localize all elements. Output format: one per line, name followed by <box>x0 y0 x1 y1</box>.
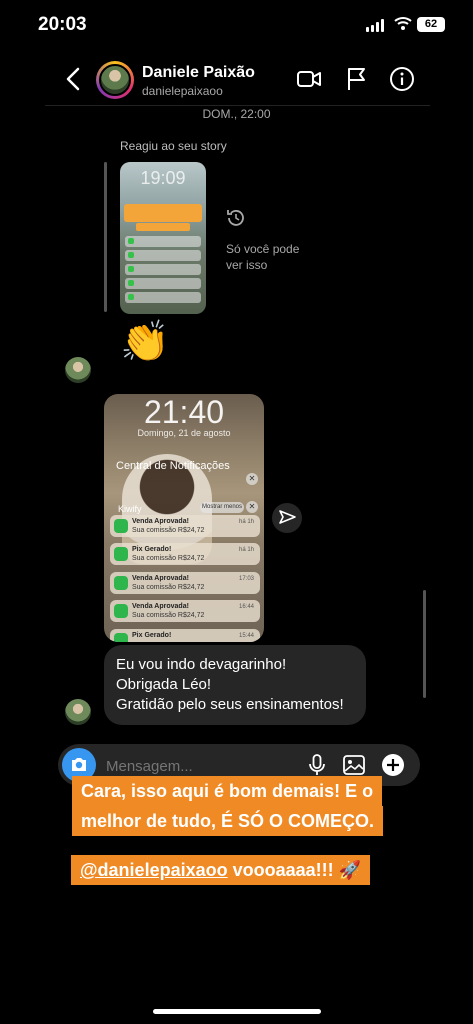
notification-item: Pix Gerado! 15:44 <box>110 629 260 642</box>
send-icon <box>279 510 296 524</box>
app-name: Kiwify <box>118 504 142 514</box>
battery-indicator: 62 <box>417 17 445 32</box>
microphone-icon[interactable] <box>305 753 329 777</box>
close-icon: ✕ <box>246 501 258 513</box>
message-line: Gratidão pelo seus ensinamentos! <box>116 696 344 713</box>
share-button[interactable] <box>272 503 302 533</box>
sender-avatar[interactable] <box>65 699 91 725</box>
phone-app-icon <box>114 519 128 533</box>
story-visibility-note: Só você pode ver isso <box>226 242 300 272</box>
clap-reaction-emoji: 👏 <box>120 320 170 364</box>
info-icon[interactable] <box>389 66 415 92</box>
story-clock: 19:09 <box>140 168 186 188</box>
flag-icon[interactable] <box>344 66 370 92</box>
screenshot-clock: 21:40 <box>143 394 225 430</box>
show-less-pill: Mostrar menos <box>200 502 244 513</box>
phone-app-icon <box>114 576 128 590</box>
message-bubble[interactable]: Eu vou indo devagarinho! Obrigada Léo! G… <box>104 645 366 725</box>
cellular-signal-icon <box>366 19 384 32</box>
story-reply-label: Reagiu ao seu story <box>120 139 227 153</box>
overlay-caption-line-2: melhor de tudo, É SÓ O COMEÇO. <box>72 806 384 836</box>
thread-date-label: DOM., 22:00 <box>202 107 271 121</box>
notification-item: Pix Gerado! Sua comissão R$24,72 há 1h <box>110 543 260 565</box>
story-thumbnail[interactable]: 19:09 <box>120 162 206 314</box>
reply-quote-bar <box>104 162 107 312</box>
back-arrow-icon[interactable] <box>62 66 84 92</box>
message-line: Eu vou indo devagarinho! <box>116 656 287 673</box>
add-icon[interactable] <box>381 753 405 777</box>
screenshot-date: Domingo, 21 de agosto <box>137 428 231 438</box>
mention-link[interactable]: @danielepaixaoo <box>80 860 228 880</box>
profile-avatar[interactable] <box>96 61 134 99</box>
phone-app-icon <box>114 604 128 618</box>
message-line: Obrigada Léo! <box>116 676 212 693</box>
profile-username[interactable]: danielepaixaoo <box>142 84 223 98</box>
phone-app-icon <box>114 633 128 642</box>
phone-app-icon <box>114 547 128 561</box>
overlay-caption-line-1: Cara, isso aqui é bom demais! E o <box>72 776 383 806</box>
sender-avatar[interactable] <box>65 357 91 383</box>
gallery-icon[interactable] <box>342 753 366 777</box>
notification-item: Venda Aprovada! Sua comissão R$24,72 17:… <box>110 572 260 594</box>
wifi-icon <box>394 17 412 30</box>
notification-item: Venda Aprovada! Sua comissão R$24,72 há … <box>110 515 260 537</box>
overlay-caption-line-3: @danielepaixaoo voooaaaa!!! 🚀 <box>71 855 371 885</box>
profile-name[interactable]: Daniele Paixão <box>142 64 255 82</box>
status-time: 20:03 <box>38 14 87 35</box>
replay-icon <box>227 210 244 226</box>
video-call-icon[interactable] <box>296 66 322 92</box>
shared-screenshot[interactable]: 21:40 Domingo, 21 de agosto Central de N… <box>104 394 264 642</box>
scrollbar[interactable] <box>423 590 426 698</box>
header-divider <box>45 105 430 106</box>
notification-center-title: Central de Notificações <box>116 460 230 472</box>
close-icon: ✕ <box>246 473 258 485</box>
notification-item: Venda Aprovada! Sua comissão R$24,72 16:… <box>110 600 260 622</box>
home-indicator <box>153 1009 321 1014</box>
